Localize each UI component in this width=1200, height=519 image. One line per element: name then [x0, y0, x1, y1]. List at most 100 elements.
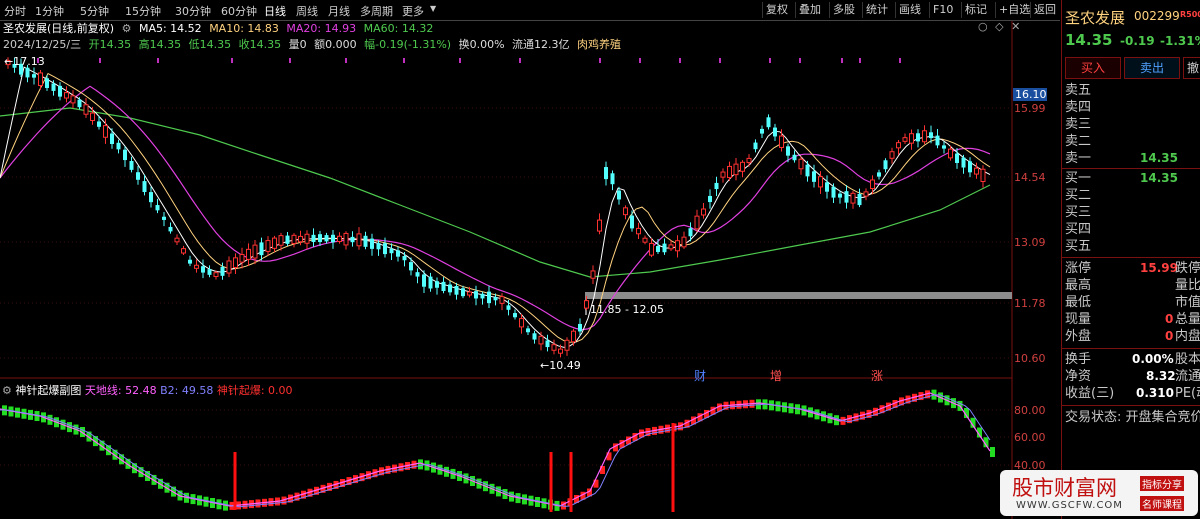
stats-button[interactable]: 统计 [862, 2, 891, 18]
period-tab-15min[interactable]: 15分钟 [125, 3, 161, 19]
candle-body [694, 215, 700, 230]
indicator-legend: ⚙ 神针起爆副图 天地线: 52.48 B2: 49.58 神针起爆: 0.00 [2, 382, 293, 398]
candle-body [688, 228, 693, 237]
candle-body [760, 128, 764, 134]
event-label-cai[interactable]: 财 [694, 367, 706, 384]
candle-body [916, 133, 920, 142]
candle-body [538, 335, 544, 345]
candle-body [383, 243, 387, 255]
candle-body [51, 83, 56, 91]
period-tab-multi[interactable]: 多周期 [360, 3, 393, 19]
candle-body [142, 181, 147, 193]
candle-body [233, 257, 238, 268]
high-value: 高14.35 [138, 38, 182, 51]
price-axis-label: 15.99 [1014, 102, 1046, 115]
candle-body [272, 237, 277, 249]
candle-body [506, 305, 511, 310]
overlay-button[interactable]: 叠加 [795, 2, 824, 18]
candle-body [883, 160, 888, 170]
quote-stock-code: 002299 [1134, 9, 1180, 23]
period-tab-daily[interactable]: 日线 [264, 3, 286, 19]
candle-body [461, 288, 465, 297]
quote-badge: R500 [1180, 10, 1200, 19]
ohlc-line: 2024/12/25/三 开14.35 高14.35 低14.35 收14.35… [0, 36, 1012, 52]
period-tab-1min[interactable]: 1分钟 [35, 3, 64, 19]
candle-body [116, 142, 121, 150]
back-button[interactable]: 返回 [1030, 2, 1059, 18]
outer-volume-value: 0 [1165, 329, 1174, 343]
period-tab-fenshi[interactable]: 分时 [4, 3, 26, 19]
limit-up-label: 涨停 [1065, 261, 1092, 276]
candle-body [201, 266, 205, 273]
buy-button[interactable]: 买入 [1065, 57, 1121, 79]
candle-body [226, 260, 232, 274]
period-tab-weekly[interactable]: 周线 [296, 3, 318, 19]
period-tab-monthly[interactable]: 月线 [328, 3, 350, 19]
candle-body [857, 193, 862, 206]
candle-body [97, 121, 101, 127]
bid-level-1-label: 买一 [1065, 171, 1092, 186]
candle-body [207, 269, 212, 275]
candle-body [402, 256, 407, 261]
candle-body [123, 149, 127, 161]
bid-level-5-label: 买五 [1065, 239, 1092, 254]
chart-window-controls[interactable]: ○ ◇ ✕ [978, 20, 1024, 33]
float-value: 流通12.3亿 [512, 38, 570, 51]
candle-body [129, 161, 134, 170]
candle-body [590, 270, 596, 279]
candle-body [617, 190, 621, 200]
candle-body [889, 151, 895, 159]
candle-body [343, 232, 349, 246]
volume-value: 量0 [288, 38, 307, 51]
add-watchlist-button[interactable]: +自选 [995, 2, 1033, 18]
mark-button[interactable]: 标记 [961, 2, 990, 18]
candle-body [239, 254, 245, 263]
period-tab-30min[interactable]: 30分钟 [175, 3, 211, 19]
settings-gear-icon[interactable]: ⚙ [122, 22, 132, 35]
candle-body [363, 235, 368, 247]
candle-body [174, 237, 180, 243]
candle-body [467, 291, 472, 296]
candle-body [38, 72, 43, 87]
candle-body [298, 235, 303, 243]
sell-button[interactable]: 卖出 [1124, 57, 1180, 79]
ma-legend: 圣农发展(日线,前复权) ⚙ MA5: 14.52 MA10: 14.83 MA… [0, 20, 1020, 36]
cancel-order-button[interactable]: 撤 [1183, 57, 1200, 79]
candle-body [389, 248, 394, 254]
draw-line-button[interactable]: 画线 [895, 2, 924, 18]
period-tab-more[interactable]: 更多 [402, 3, 424, 19]
price-axis-label: 13.09 [1014, 236, 1046, 249]
candle-body [902, 137, 908, 142]
candle-body [779, 135, 784, 148]
period-tab-60min[interactable]: 60分钟 [221, 3, 257, 19]
quote-stock-name: 圣农发展 [1065, 9, 1126, 27]
fuquan-button[interactable]: 复权 [762, 2, 791, 18]
quote-price: 14.35 [1065, 31, 1113, 49]
candle-body [877, 172, 881, 177]
candle-body [422, 274, 426, 287]
indicator-gear-icon[interactable]: ⚙ [2, 384, 12, 397]
candle-body [636, 227, 641, 235]
candle-body [441, 281, 446, 292]
multi-stock-button[interactable]: 多股 [829, 2, 858, 18]
candle-body [714, 182, 719, 190]
candle-body [701, 208, 706, 216]
candle-body [337, 235, 342, 242]
period-tab-5min[interactable]: 5分钟 [80, 3, 109, 19]
ask-level-5-label: 卖五 [1065, 83, 1092, 98]
event-label-zeng[interactable]: 增 [770, 367, 782, 384]
stock-title: 圣农发展(日线,前复权) [3, 22, 115, 35]
turnover-rate-value: 0.00% [1132, 352, 1174, 366]
share-capital-label: 股本 [1175, 352, 1200, 367]
bid-level-2-label: 买二 [1065, 188, 1092, 203]
candle-body [812, 171, 816, 182]
candle-body [304, 233, 310, 244]
candle-body [733, 163, 739, 176]
candle-body [831, 186, 836, 198]
more-chevron-icon[interactable]: ▼ [430, 4, 436, 13]
watermark-logo: 股市财富网 WWW.GSCFW.COM 指标分享 名师课程 [1000, 470, 1198, 516]
candle-body [356, 233, 362, 247]
event-label-zhang[interactable]: 涨 [871, 367, 883, 384]
f10-button[interactable]: F10 [929, 2, 956, 18]
candle-body [942, 145, 946, 149]
